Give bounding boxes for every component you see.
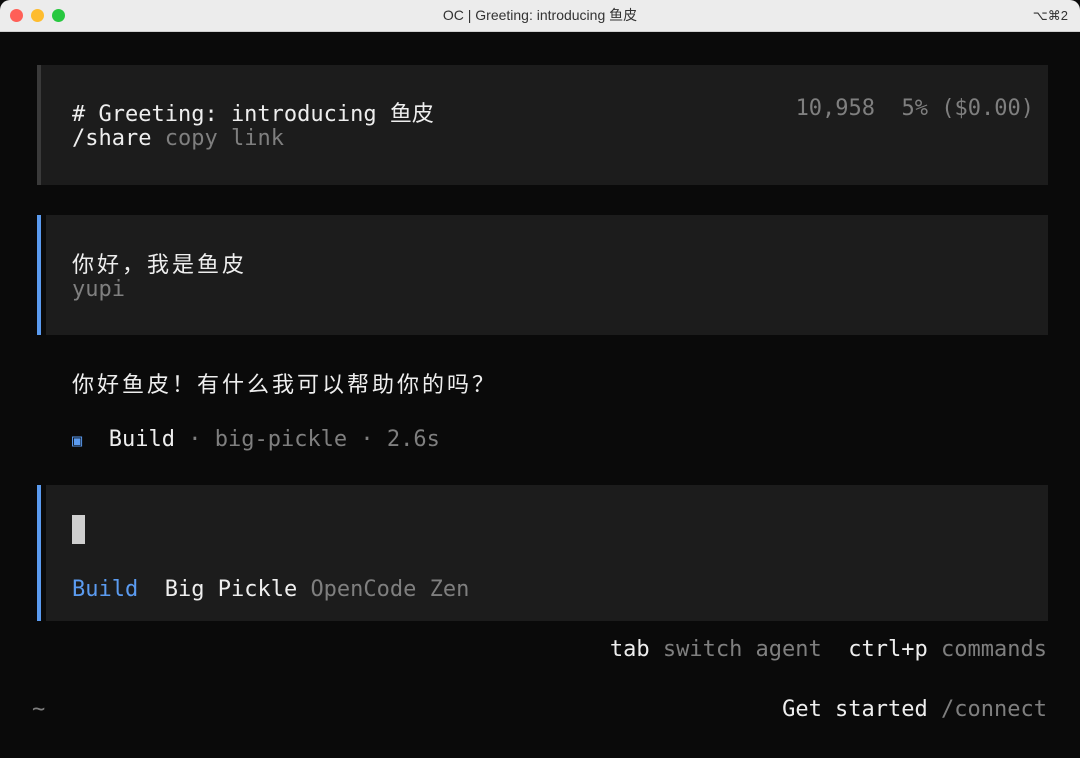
assistant-message-text: 你好鱼皮！有什么我可以帮助你的吗？ <box>72 373 498 398</box>
session-usage: 10,958 5% ($0.00) <box>796 96 1034 121</box>
input-model[interactable]: Big Pickle <box>165 577 297 602</box>
agent-square-icon: ▣ <box>72 431 83 451</box>
text-cursor <box>72 515 85 544</box>
session-heading: # Greeting: introducing 鱼皮 <box>72 102 434 127</box>
assistant-meta-line: ▣ Build · big-pickle · 2.6s <box>72 427 440 452</box>
share-hint: copy link <box>164 126 284 151</box>
assistant-meta: · big-pickle · 2.6s <box>188 427 440 452</box>
user-message-bar <box>37 215 41 335</box>
terminal-window: OC | Greeting: introducing 鱼皮 ⌥⌘2 # Gree… <box>0 0 1080 758</box>
share-command[interactable]: /share <box>72 126 151 151</box>
input-agent[interactable]: Build <box>72 577 138 602</box>
title-bar: OC | Greeting: introducing 鱼皮 ⌥⌘2 <box>0 0 1080 32</box>
get-started-label: Get started <box>782 697 928 722</box>
tab-key: tab <box>609 637 650 662</box>
user-message-author: yupi <box>72 277 125 302</box>
share-line[interactable]: /share copy link <box>72 126 284 151</box>
connect-command[interactable]: /connect <box>941 697 1047 722</box>
input-status-line: Build Big Pickle OpenCode Zen <box>72 577 469 602</box>
get-started-line[interactable]: Get started /connect <box>782 697 1047 722</box>
context-usage: 5% ($0.00) <box>901 96 1034 121</box>
keyboard-hints: tab switch agent ctrl+p commands <box>610 637 1047 662</box>
commands-hint: commands <box>941 637 1047 662</box>
commands-key: ctrl+p <box>848 637 928 662</box>
input-provider: OpenCode Zen <box>310 577 470 602</box>
tab-hint: switch agent <box>662 637 822 662</box>
token-count: 10,958 <box>795 96 876 121</box>
input-bar <box>37 485 41 621</box>
assistant-agent: Build <box>108 427 175 452</box>
window-title: OC | Greeting: introducing 鱼皮 <box>442 7 638 23</box>
user-message-text: 你好，我是鱼皮 <box>72 253 248 278</box>
terminal-content[interactable]: # Greeting: introducing 鱼皮 10,958 5% ($0… <box>0 33 1080 758</box>
current-directory: ~ <box>32 697 46 722</box>
window-shortcut: ⌥⌘2 <box>1032 8 1068 23</box>
